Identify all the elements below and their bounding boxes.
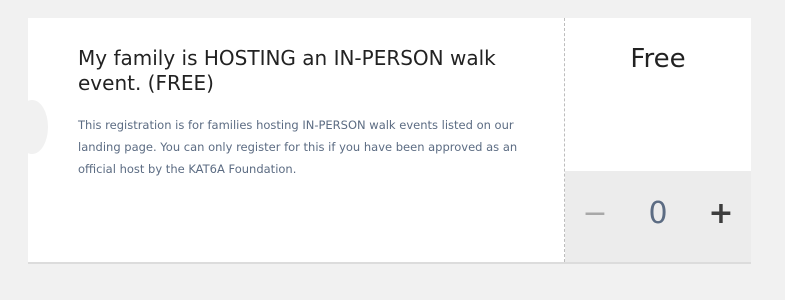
ticket-info: My family is HOSTING an IN-PERSON walk e… — [28, 18, 564, 262]
ticket-price: Free — [630, 44, 686, 74]
minus-icon[interactable]: − — [577, 192, 613, 236]
page: My family is HOSTING an IN-PERSON walk e… — [0, 0, 785, 300]
quantity-value: 0 — [648, 196, 668, 231]
price-panel: Free — [565, 18, 751, 171]
ticket-description: This registration is for families hostin… — [78, 118, 518, 176]
ticket-title: My family is HOSTING an IN-PERSON walk e… — [78, 46, 496, 95]
plus-icon[interactable]: + — [703, 192, 739, 236]
quantity-stepper: − 0 + — [565, 171, 751, 262]
ticket-card: My family is HOSTING an IN-PERSON walk e… — [16, 18, 751, 264]
